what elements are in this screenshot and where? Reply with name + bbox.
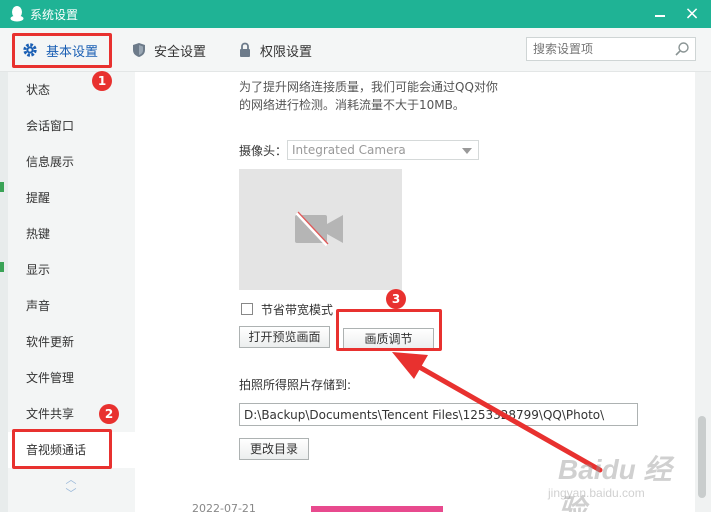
annotation-arrow — [392, 352, 603, 473]
watermark-url: jingyan.baidu.com — [548, 486, 645, 500]
baidu-watermark: Baidu 经验 jingyan.baidu.com — [546, 446, 696, 512]
watermark-text: Baidu 经验 — [558, 454, 672, 512]
